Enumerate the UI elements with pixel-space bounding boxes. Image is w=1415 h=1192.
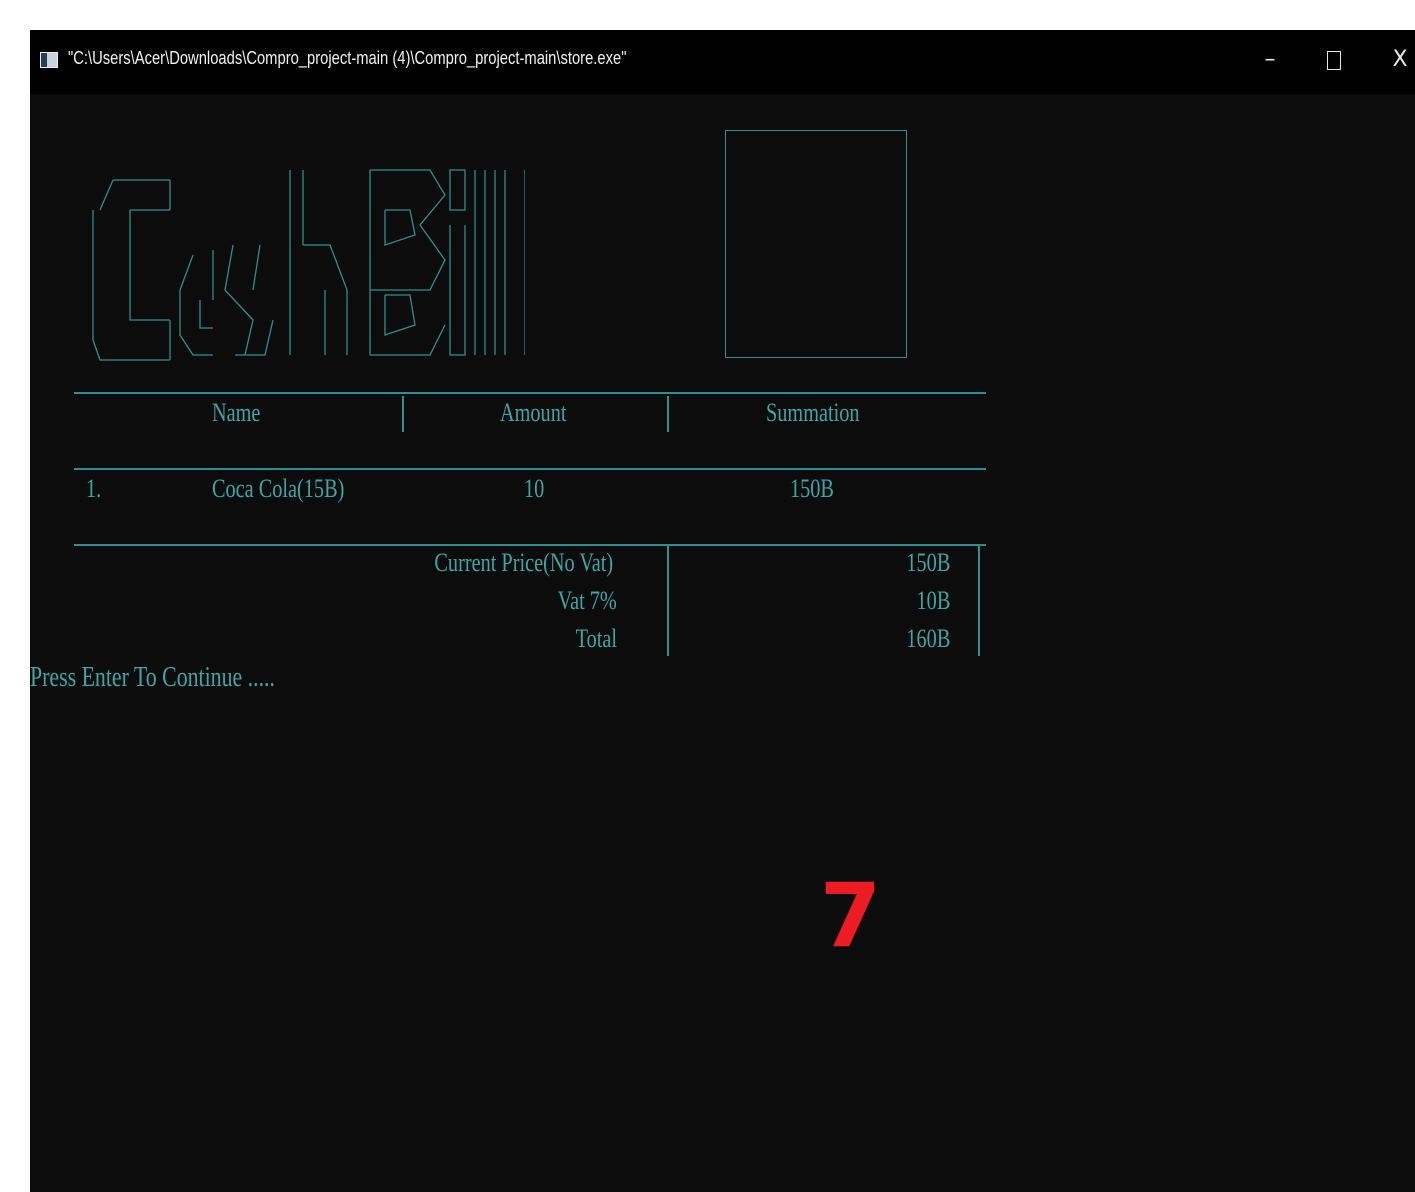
maximize-button[interactable] [1314,40,1354,80]
total-value: 160B [906,624,950,653]
totals-separator [667,546,669,656]
current-price-label: Current Price(No Vat) [434,548,613,577]
cash-bill-ascii-art [92,169,525,361]
item-amount: 10 [524,474,545,503]
maximize-icon [1327,50,1341,70]
vat-label: Vat 7% [557,586,617,615]
title-bar[interactable]: "C:\Users\Acer\Downloads\Compro_project-… [30,30,1415,94]
totals-right-edge [978,546,980,656]
console-window: "C:\Users\Acer\Downloads\Compro_project-… [30,30,1415,1192]
window-title: "C:\Users\Acer\Downloads\Compro_project-… [68,48,627,68]
header-separator-2 [667,396,669,432]
press-enter-prompt: Press Enter To Continue ..... [30,662,275,693]
header-bottom-rule [74,468,986,470]
item-summation: 150B [790,474,834,503]
header-amount: Amount [500,398,567,427]
header-summation: Summation [766,398,860,427]
item-index: 1. [86,474,102,503]
items-bottom-rule [74,544,986,546]
vat-value: 10B [916,586,950,615]
current-price-value: 150B [906,548,950,577]
overlay-number-marker: 7 [820,864,882,967]
total-label: Total [575,624,617,653]
header-separator-1 [402,396,404,432]
close-button[interactable]: X [1380,40,1415,80]
minimize-button[interactable]: – [1250,40,1290,80]
console-app-icon [40,52,58,68]
table-top-rule [74,392,986,394]
image-placeholder-box [725,130,907,358]
header-name: Name [212,398,261,427]
item-name: Coca Cola(15B) [212,474,345,503]
